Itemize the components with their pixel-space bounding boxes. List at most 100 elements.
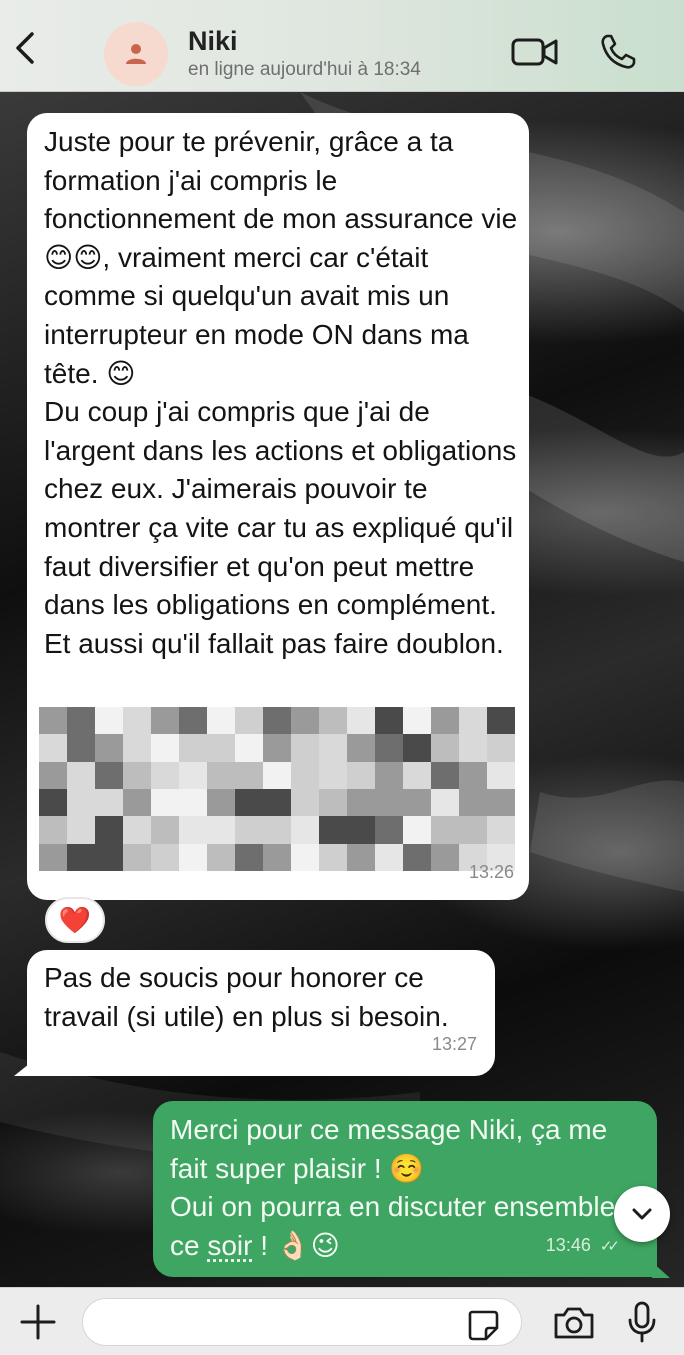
mosaic-cell [67,816,95,844]
mosaic-cell [347,843,375,871]
mosaic-cell [459,734,487,762]
mosaic-cell [207,761,235,789]
mosaic-cell [123,734,151,762]
mosaic-cell [151,816,179,844]
mosaic-cell [291,816,319,844]
avatar[interactable] [104,22,168,86]
mosaic-cell [291,734,319,762]
mosaic-cell [179,761,207,789]
mosaic-cell [235,734,263,762]
mosaic-cell [319,707,347,735]
attach-button[interactable] [18,1302,58,1342]
message-input[interactable] [82,1298,522,1346]
mosaic-cell [403,843,431,871]
mosaic-cell [459,761,487,789]
message-text-link[interactable]: soir [207,1230,252,1261]
mosaic-cell [459,707,487,735]
mosaic-cell [319,843,347,871]
mosaic-cell [67,843,95,871]
video-camera-icon [511,38,558,66]
message-bubble-incoming[interactable]: Juste pour te prévenir, grâce a ta forma… [27,113,529,900]
mosaic-cell [179,843,207,871]
mosaic-cell [459,816,487,844]
camera-button[interactable] [552,1304,596,1342]
mosaic-cell [95,734,123,762]
sticker-button[interactable] [466,1308,500,1342]
mosaic-cell [431,816,459,844]
mosaic-cell [291,843,319,871]
message-text: Juste pour te prévenir, grâce a ta forma… [44,126,518,659]
message-bubble-outgoing[interactable]: Merci pour ce message Niki, ça me fait s… [153,1101,657,1277]
mosaic-cell [431,707,459,735]
mosaic-cell [123,761,151,789]
mosaic-cell [207,789,235,817]
mosaic-cell [179,789,207,817]
mosaic-cell [39,761,67,789]
mosaic-cell [151,734,179,762]
mosaic-cell [235,816,263,844]
message-text-part: ! 👌🏻😉 [252,1229,340,1261]
mosaic-cell [431,761,459,789]
mosaic-cell [487,707,515,735]
voice-call-button[interactable] [598,32,638,72]
mosaic-cell [291,707,319,735]
chevron-left-icon [16,32,34,64]
mosaic-cell [319,761,347,789]
mosaic-cell [291,789,319,817]
mosaic-cell [235,843,263,871]
message-time-value: 13:46 [545,1235,591,1256]
mosaic-cell [39,843,67,871]
mosaic-cell [487,816,515,844]
mosaic-cell [347,761,375,789]
mosaic-cell [403,816,431,844]
message-time: 13:26 [468,862,514,883]
mosaic-cell [207,707,235,735]
mosaic-cell [95,816,123,844]
sticker-icon [468,1310,499,1341]
mosaic-cell [291,761,319,789]
contact-name[interactable]: Niki [188,26,238,57]
chevron-down-icon [632,1208,652,1220]
chat-header: Niki en ligne aujourd'hui à 18:34 [0,0,684,92]
message-time: 13:27 [431,1034,477,1055]
mosaic-cell [263,734,291,762]
mosaic-cell [459,789,487,817]
mosaic-cell [487,789,515,817]
message-bubble-incoming[interactable]: Pas de soucis pour honorer ce travail (s… [27,950,495,1076]
mosaic-cell [263,789,291,817]
mosaic-cell [39,789,67,817]
mosaic-cell [403,789,431,817]
mosaic-cell [375,761,403,789]
mosaic-cell [403,707,431,735]
mosaic-cell [151,761,179,789]
back-button[interactable] [8,28,42,68]
mosaic-cell [67,789,95,817]
microphone-button[interactable] [626,1300,658,1344]
mosaic-cell [39,707,67,735]
mosaic-cell [319,734,347,762]
mosaic-cell [123,707,151,735]
mosaic-cell [151,707,179,735]
mosaic-cell [123,789,151,817]
video-call-button[interactable] [510,34,560,70]
mosaic-cell [67,734,95,762]
mosaic-cell [95,843,123,871]
mosaic-cell [431,789,459,817]
mosaic-cell [347,707,375,735]
heart-reaction[interactable]: ❤️ [45,897,105,943]
mosaic-cell [263,843,291,871]
camera-icon [554,1307,594,1339]
mosaic-cell [123,816,151,844]
plus-icon [20,1304,56,1340]
mosaic-cell [431,734,459,762]
mosaic-cell [207,734,235,762]
mosaic-cell [151,843,179,871]
message-time: 13:46 ✓✓ [545,1226,620,1267]
mosaic-cell [263,816,291,844]
scroll-down-button[interactable] [614,1186,670,1242]
mosaic-cell [39,734,67,762]
mosaic-cell [67,707,95,735]
mosaic-cell [207,843,235,871]
mosaic-cell [431,843,459,871]
read-receipt-icon: ✓✓ [599,1238,620,1256]
